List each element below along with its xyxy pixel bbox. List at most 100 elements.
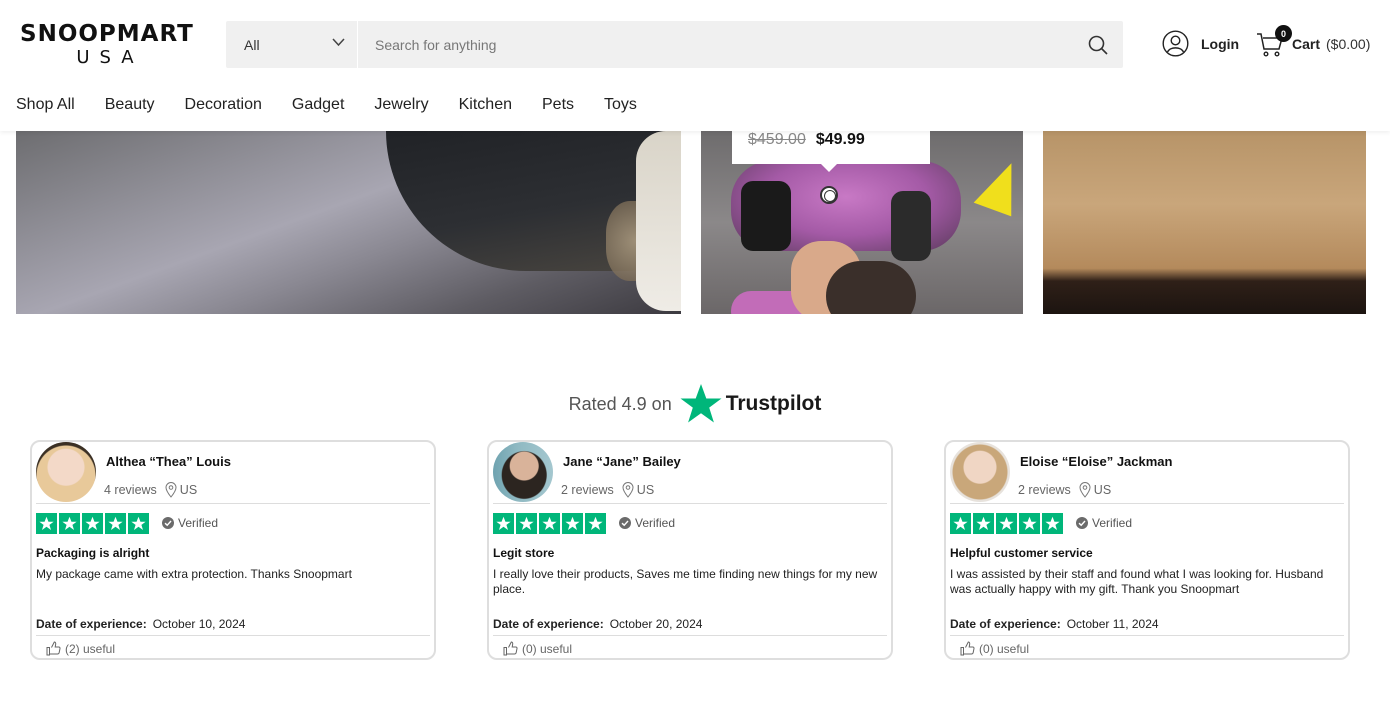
sale-price: $49.99 (815, 131, 865, 148)
thumbs-up-icon (46, 641, 61, 656)
location-text: US (636, 483, 655, 497)
avatar (950, 442, 1010, 502)
user-icon (1162, 30, 1189, 57)
verified-badge: Verified (1076, 516, 1132, 530)
verified-check-icon (1076, 517, 1088, 529)
useful-button[interactable]: (0) useful (960, 641, 1029, 656)
star-icon (493, 513, 514, 534)
date-value: October 20, 2024 (609, 617, 703, 631)
trustpilot-brand-text: Trustpilot (725, 392, 822, 415)
divider (493, 635, 887, 636)
divider (950, 503, 1344, 504)
nav-pets[interactable]: Pets (542, 95, 574, 115)
cart-total: ($0.00) (1326, 36, 1371, 52)
image-kart-wheel (741, 181, 791, 251)
reviewer-meta: 2 reviews US (1018, 482, 1111, 498)
cart-link[interactable]: 0 Cart ($0.00) (1256, 25, 1371, 58)
review-card: Eloise “Eloise” Jackman 2 reviews US Ver… (944, 440, 1350, 660)
image-kart-wheel (891, 191, 931, 261)
category-select-value: All (244, 36, 260, 53)
divider (36, 635, 430, 636)
star-icon (996, 513, 1017, 534)
product-image-fur-bed[interactable] (16, 131, 681, 314)
divider (950, 635, 1344, 636)
review-date: Date of experience: October 11, 2024 (950, 617, 1159, 631)
useful-count: (0) useful (979, 641, 1030, 656)
nav-beauty[interactable]: Beauty (105, 95, 155, 115)
location-pin-icon (1079, 482, 1091, 498)
review-card: Jane “Jane” Bailey 2 reviews US Verified… (487, 440, 893, 660)
thumbs-up-icon (960, 641, 975, 656)
login-label: Login (1201, 35, 1240, 52)
star-icon (562, 513, 583, 534)
trustpilot-heading: Rated 4.9 on Trustpilot (0, 383, 1390, 425)
review-title: Helpful customer service (950, 546, 1093, 560)
cart-label: Cart (1292, 36, 1321, 52)
star-rating (36, 513, 149, 534)
star-rating (493, 513, 606, 534)
star-icon (1019, 513, 1040, 534)
reviewer-meta: 4 reviews US (104, 482, 197, 498)
reviewer-name: Jane “Jane” Bailey (563, 454, 681, 469)
useful-button[interactable]: (0) useful (503, 641, 572, 656)
site-logo[interactable]: SNOOPMART USA (20, 20, 194, 68)
nav-toys[interactable]: Toys (604, 95, 637, 115)
product-image-wood[interactable] (1043, 131, 1366, 314)
useful-count: (0) useful (522, 641, 573, 656)
star-icon (1042, 513, 1063, 534)
date-label: Date of experience: (950, 617, 1061, 631)
verified-badge: Verified (162, 516, 218, 530)
date-label: Date of experience: (36, 617, 147, 631)
main-nav: Shop All Beauty Decoration Gadget Jewelr… (16, 95, 667, 115)
nav-decoration[interactable]: Decoration (185, 95, 262, 115)
location-pin-icon (165, 482, 177, 498)
chevron-down-icon (332, 38, 345, 47)
star-icon (82, 513, 103, 534)
search-button[interactable] (1073, 21, 1123, 68)
review-date: Date of experience: October 10, 2024 (36, 617, 245, 631)
thumbs-up-icon (503, 641, 518, 656)
avatar (493, 442, 553, 502)
verified-label: Verified (178, 516, 219, 530)
nav-kitchen[interactable]: Kitchen (459, 95, 512, 115)
review-count: 4 reviews (104, 483, 157, 497)
verified-label: Verified (635, 516, 676, 530)
location-text: US (179, 483, 198, 497)
nav-gadget[interactable]: Gadget (292, 95, 344, 115)
category-select[interactable]: All (226, 21, 358, 68)
logo-sub: USA (76, 47, 144, 68)
image-highlight (636, 131, 681, 311)
cart-icon-wrap: 0 (1256, 25, 1292, 58)
site-header: SNOOPMART USA All Login 0 Cart ($0.00) S… (0, 0, 1390, 131)
divider (36, 503, 430, 504)
image-cone (973, 155, 1023, 217)
trustpilot-logo[interactable]: Trustpilot (680, 383, 822, 425)
useful-count: (2) useful (65, 641, 116, 656)
star-icon (36, 513, 57, 534)
image-child-head (826, 261, 916, 314)
divider (493, 503, 887, 504)
login-link[interactable]: Login (1162, 30, 1239, 57)
avatar (36, 442, 96, 502)
star-icon (516, 513, 537, 534)
product-hotspot[interactable] (820, 186, 838, 204)
useful-button[interactable]: (2) useful (46, 641, 115, 656)
nav-shop-all[interactable]: Shop All (16, 95, 75, 115)
nav-jewelry[interactable]: Jewelry (374, 95, 428, 115)
cart-count-badge: 0 (1275, 25, 1292, 42)
old-price: $459.00 (748, 131, 806, 148)
reviewer-name: Althea “Thea” Louis (106, 454, 231, 469)
logo-name: SNOOPMART (20, 21, 194, 47)
star-icon (585, 513, 606, 534)
date-label: Date of experience: (493, 617, 604, 631)
star-icon (973, 513, 994, 534)
review-title: Legit store (493, 546, 555, 560)
review-card: Althea “Thea” Louis 4 reviews US Verifie… (30, 440, 436, 660)
reviewer-location: US (1079, 482, 1111, 498)
search-input[interactable] (358, 21, 1073, 68)
location-text: US (1093, 483, 1112, 497)
location-pin-icon (622, 482, 634, 498)
star-icon (128, 513, 149, 534)
review-title: Packaging is alright (36, 546, 150, 560)
verified-badge: Verified (619, 516, 675, 530)
